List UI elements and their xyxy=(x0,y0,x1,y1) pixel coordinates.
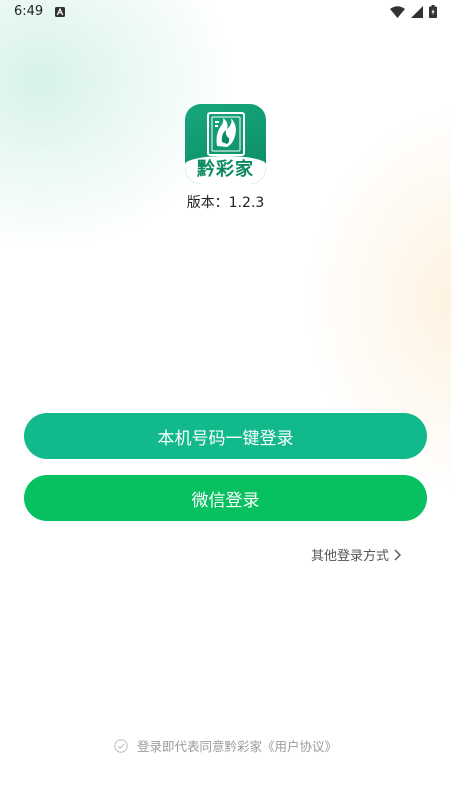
app-logo: 黔彩家 xyxy=(185,104,266,184)
wifi-icon xyxy=(390,5,405,18)
agreement-checkbox-icon[interactable] xyxy=(114,738,128,753)
other-login-methods-link[interactable]: 其他登录方式 xyxy=(311,545,401,564)
wechat-login-button[interactable]: 微信登录 xyxy=(24,475,427,521)
other-login-label: 其他登录方式 xyxy=(310,549,389,564)
phone-login-label: 本机号码一键登录 xyxy=(157,428,294,449)
signal-icon xyxy=(411,5,423,18)
status-icons xyxy=(390,5,437,18)
phone-one-click-login-button[interactable]: 本机号码一键登录 xyxy=(24,413,427,459)
logo-emblem-icon xyxy=(207,112,245,156)
agreement-text[interactable]: 登录即代表同意黔彩家《用户协议》 xyxy=(137,736,337,755)
agreement-row: 登录即代表同意黔彩家《用户协议》 xyxy=(0,736,451,755)
battery-icon xyxy=(429,5,437,18)
chevron-right-icon xyxy=(394,549,401,560)
wechat-login-label: 微信登录 xyxy=(191,490,260,511)
logo-tile: 黔彩家 xyxy=(185,104,266,184)
logo-caption: 黔彩家 xyxy=(197,159,254,180)
status-bar: 6:49 xyxy=(0,0,451,24)
version-label: 版本：1.2.3 xyxy=(186,195,265,211)
status-time: 6:49 xyxy=(14,4,44,19)
a-notification-icon xyxy=(55,7,65,17)
